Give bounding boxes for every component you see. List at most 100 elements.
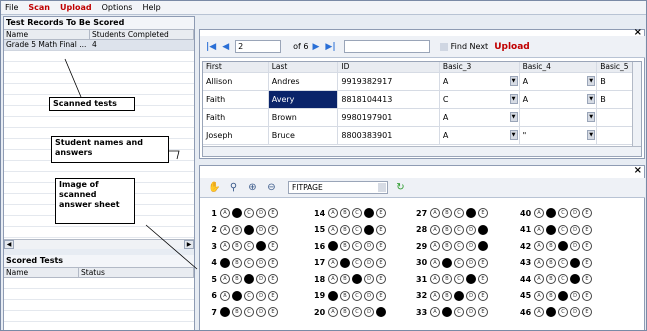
cell-basic-4[interactable]: " ▼ [520, 127, 598, 144]
cell-basic-3[interactable]: C ▼ [440, 91, 520, 108]
cell-last[interactable]: Brown [269, 109, 339, 126]
cell-basic-4[interactable]: A ▼ [520, 73, 598, 90]
col-basic-4[interactable]: Basic_4 [520, 62, 598, 72]
dropdown-arrow-icon[interactable]: ▼ [509, 94, 518, 104]
question-number: 40 [520, 208, 532, 218]
cell-last-selected[interactable]: Avery [268, 91, 339, 108]
next-record-icon[interactable]: ▶ [312, 42, 319, 52]
pan-hand-icon[interactable]: ✋ [208, 181, 221, 194]
empty-bubble: A [430, 274, 440, 285]
app-window: File Scan Upload Options Help Test Recor… [0, 0, 647, 331]
table-row[interactable]: Joseph Bruce 8800383901 A ▼ " ▼ [203, 127, 641, 145]
answer-row: 30 A C D E [416, 255, 490, 272]
empty-bubble: D [466, 257, 476, 268]
upload-button[interactable]: Upload [494, 42, 530, 52]
scroll-left-icon[interactable]: ◀ [4, 240, 14, 249]
dropdown-arrow-icon[interactable]: ▼ [587, 76, 596, 86]
table-row[interactable]: Faith Avery 8818104413 C ▼ A ▼ B [203, 91, 641, 109]
menu-file[interactable]: File [5, 3, 18, 12]
empty-bubble: E [376, 257, 386, 268]
cell-basic-4[interactable]: ▼ [520, 109, 598, 126]
records-col-completed[interactable]: Students Completed [90, 30, 194, 39]
filled-bubble [232, 290, 242, 301]
zoom-mode-select[interactable]: FITPAGE [288, 181, 388, 194]
col-id[interactable]: ID [338, 62, 440, 72]
find-next-button[interactable]: Find Next [439, 42, 488, 51]
empty-bubble: A [430, 290, 440, 301]
dropdown-arrow-icon[interactable]: ▼ [509, 112, 518, 122]
zoom-in-icon[interactable]: ⊕ [246, 181, 259, 194]
first-record-icon[interactable]: |◀ [206, 42, 216, 52]
answer-row: 28 A B C D [416, 222, 490, 239]
empty-bubble: E [268, 274, 278, 285]
filled-bubble [478, 224, 488, 235]
zoom-out-icon[interactable]: ⊖ [265, 181, 278, 194]
empty-bubble: D [570, 224, 580, 235]
cell-first[interactable]: Faith [203, 91, 269, 108]
close-icon[interactable]: × [634, 166, 642, 176]
table-row[interactable]: Faith Brown 9980197901 A ▼ ▼ [203, 109, 641, 127]
search-input[interactable] [343, 40, 430, 53]
cell-first[interactable]: Allison [203, 73, 269, 90]
cell-first[interactable]: Joseph [203, 127, 269, 144]
chevron-down-icon[interactable] [378, 183, 386, 192]
dropdown-arrow-icon[interactable]: ▼ [509, 130, 518, 140]
empty-bubble: A [328, 208, 338, 219]
cell-basic-3[interactable]: A ▼ [440, 73, 520, 90]
find-dropdown-icon[interactable] [439, 42, 448, 51]
col-first[interactable]: First [203, 62, 269, 72]
empty-bubble: E [582, 290, 592, 301]
cell-id[interactable]: 9919382917 [338, 73, 440, 90]
empty-bubble: D [256, 224, 266, 235]
last-record-icon[interactable]: ▶| [325, 42, 335, 52]
question-number: 15 [314, 225, 326, 235]
answer-row: 33 A C D E [416, 304, 490, 321]
menu-upload[interactable]: Upload [60, 3, 92, 12]
cell-id[interactable]: 8818104413 [338, 91, 440, 108]
filled-bubble [376, 307, 386, 318]
refresh-icon[interactable]: ↻ [394, 181, 407, 194]
dropdown-arrow-icon[interactable]: ▼ [587, 130, 596, 140]
cell-basic-3[interactable]: A ▼ [440, 109, 520, 126]
filled-bubble [546, 224, 556, 235]
empty-bubble: A [220, 224, 230, 235]
grid-horizontal-scrollbar[interactable] [203, 146, 641, 156]
empty-bubble: A [430, 241, 440, 252]
dropdown-arrow-icon[interactable]: ▼ [587, 112, 596, 122]
cell-basic-3[interactable]: A ▼ [440, 127, 520, 144]
filled-bubble [454, 290, 464, 301]
question-number: 16 [314, 241, 326, 251]
dropdown-arrow-icon[interactable]: ▼ [587, 94, 596, 104]
records-hscroll[interactable]: ◀ ▶ [4, 239, 194, 249]
col-last[interactable]: Last [269, 62, 339, 72]
menu-options[interactable]: Options [102, 3, 133, 12]
grid-vertical-scrollbar[interactable] [632, 62, 641, 147]
cell-first[interactable]: Faith [203, 109, 269, 126]
menu-scan[interactable]: Scan [28, 3, 50, 12]
dropdown-arrow-icon[interactable]: ▼ [509, 76, 518, 86]
table-row[interactable]: Allison Andres 9919382917 A ▼ A ▼ B [203, 73, 641, 91]
page-number-input[interactable]: 2 [235, 40, 282, 53]
empty-bubble: D [256, 257, 266, 268]
scroll-right-icon[interactable]: ▶ [184, 240, 194, 249]
cell-last[interactable]: Andres [269, 73, 339, 90]
scored-col-name[interactable]: Name [4, 268, 79, 277]
answer-row: 14 A B C E [314, 205, 388, 222]
empty-bubble: E [582, 307, 592, 318]
empty-bubble: D [256, 290, 266, 301]
answer-row: 44 A B C E [520, 271, 594, 288]
cell-id[interactable]: 9980197901 [338, 109, 440, 126]
records-row[interactable]: Grade 5 Math Final ... 4 [4, 40, 194, 51]
empty-bubble: B [442, 208, 452, 219]
records-col-name[interactable]: Name [4, 30, 90, 39]
col-basic-3[interactable]: Basic_3 [440, 62, 520, 72]
magnify-icon[interactable]: ⚲ [227, 181, 240, 194]
cell-last[interactable]: Bruce [269, 127, 339, 144]
question-number: 18 [314, 274, 326, 284]
scored-col-status[interactable]: Status [79, 268, 194, 277]
cell-basic-4[interactable]: A ▼ [520, 91, 598, 108]
empty-bubble: A [534, 307, 544, 318]
cell-id[interactable]: 8800383901 [338, 127, 440, 144]
menu-help[interactable]: Help [142, 3, 160, 12]
prev-record-icon[interactable]: ◀ [222, 42, 229, 52]
